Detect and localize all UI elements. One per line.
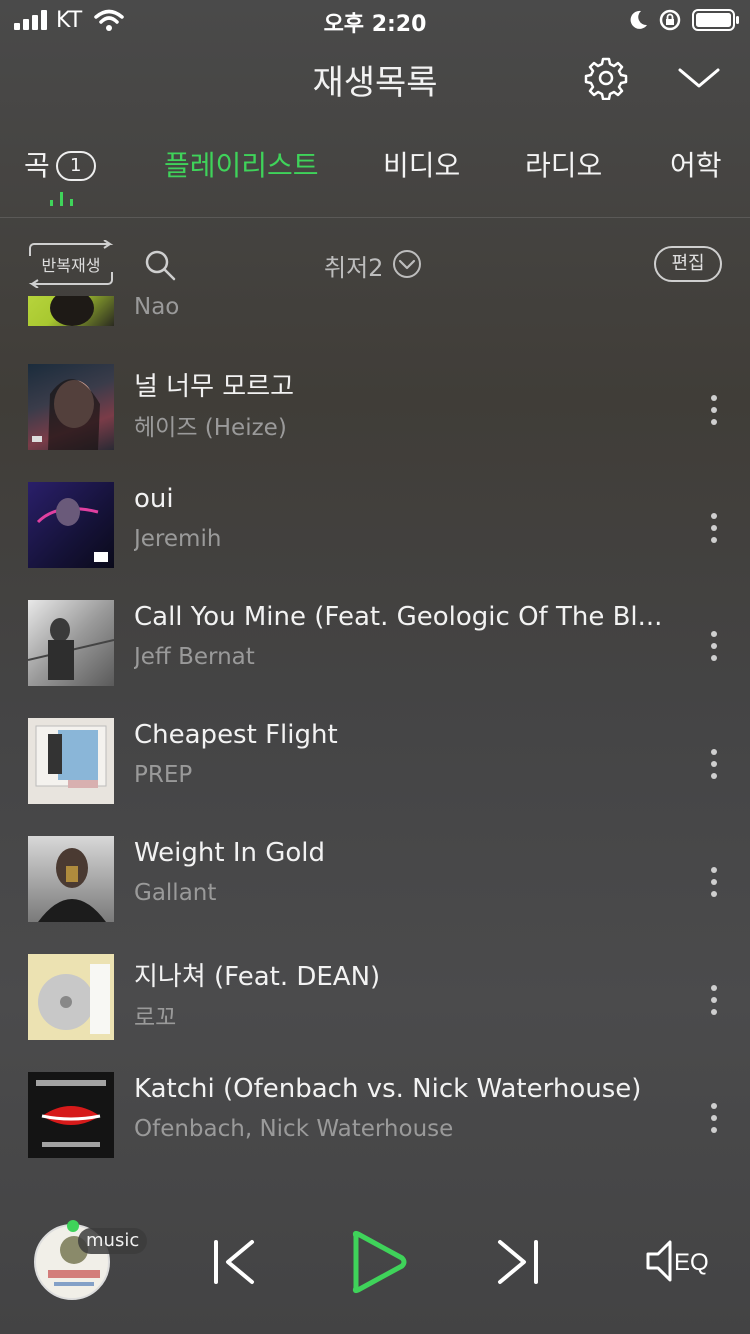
- previous-icon[interactable]: [210, 1238, 258, 1286]
- rotation-lock-icon: [659, 9, 681, 31]
- song-count-badge: 1: [55, 151, 96, 181]
- battery-icon: [692, 9, 739, 31]
- play-icon[interactable]: [348, 1230, 408, 1294]
- song-artist: 헤이즈 (Heize): [134, 415, 287, 441]
- player-bar: music EQ: [0, 1180, 750, 1334]
- eq-icon[interactable]: EQ: [644, 1236, 714, 1286]
- list-item[interactable]: 지나쳐 (Feat. DEAN) 로꼬: [0, 954, 750, 1074]
- more-icon[interactable]: [706, 748, 722, 780]
- list-item[interactable]: Cheapest Flight PREP: [0, 718, 750, 838]
- tab-language[interactable]: 어학: [670, 144, 722, 184]
- status-bar: KT 오후 2:20: [0, 0, 750, 40]
- song-artist: Jeff Bernat: [134, 644, 255, 670]
- song-artist: PREP: [134, 762, 193, 788]
- playlist-name[interactable]: 취저2: [324, 248, 383, 283]
- tab-song[interactable]: 곡1: [24, 144, 96, 184]
- album-art: [28, 836, 114, 922]
- tab-bar: 곡1 플레이리스트 비디오 라디오 어학: [0, 138, 750, 218]
- edit-button[interactable]: 편집: [654, 246, 722, 282]
- album-art: [28, 364, 114, 450]
- song-title: Cheapest Flight: [134, 720, 338, 750]
- album-art: [28, 1072, 114, 1158]
- song-artist: Gallant: [134, 880, 217, 906]
- song-title: 널 너무 모르고: [134, 372, 295, 402]
- list-item[interactable]: Nao: [0, 296, 750, 326]
- song-title: Call You Mine (Feat. Geologic Of The Bl.…: [134, 602, 663, 632]
- album-art: [28, 600, 114, 686]
- song-artist: 로꼬: [134, 1005, 177, 1031]
- chevron-down-circle-icon[interactable]: [392, 249, 422, 279]
- album-art: [28, 296, 114, 326]
- album-art: [28, 954, 114, 1040]
- list-item[interactable]: Weight In Gold Gallant: [0, 836, 750, 956]
- song-artist: Jeremih: [134, 526, 222, 552]
- song-title: oui: [134, 484, 174, 514]
- more-icon[interactable]: [706, 630, 722, 662]
- more-icon[interactable]: [706, 984, 722, 1016]
- album-art: [28, 718, 114, 804]
- moon-icon: [630, 10, 647, 29]
- more-icon[interactable]: [706, 1102, 722, 1134]
- search-icon[interactable]: [144, 249, 176, 281]
- now-playing-dot: [67, 1220, 79, 1232]
- album-art: [28, 482, 114, 568]
- song-list: Nao 널 너무 모르고 헤이즈 (Heize) oui Jeremih Cal…: [0, 296, 750, 1176]
- more-icon[interactable]: [706, 394, 722, 426]
- song-title: 지나쳐 (Feat. DEAN): [134, 962, 381, 992]
- tab-radio[interactable]: 라디오: [525, 144, 602, 184]
- list-item[interactable]: 널 너무 모르고 헤이즈 (Heize): [0, 364, 750, 484]
- list-item[interactable]: oui Jeremih: [0, 482, 750, 602]
- repeat-label[interactable]: 반복재생: [28, 252, 114, 276]
- list-item[interactable]: Call You Mine (Feat. Geologic Of The Bl.…: [0, 600, 750, 720]
- song-title: Weight In Gold: [134, 838, 326, 868]
- now-playing-icon: [50, 192, 73, 206]
- song-artist: Ofenbach, Nick Waterhouse: [134, 1116, 454, 1142]
- tab-song-label: 곡: [24, 149, 50, 182]
- chevron-down-icon[interactable]: [676, 62, 722, 94]
- more-icon[interactable]: [706, 512, 722, 544]
- song-title: Katchi (Ofenbach vs. Nick Waterhouse): [134, 1074, 642, 1104]
- music-badge: music: [78, 1228, 148, 1254]
- list-item[interactable]: Katchi (Ofenbach vs. Nick Waterhouse) Of…: [0, 1072, 750, 1176]
- song-artist: Nao: [134, 296, 180, 320]
- tab-video[interactable]: 비디오: [383, 144, 460, 184]
- next-icon[interactable]: [494, 1238, 542, 1286]
- tab-playlist[interactable]: 플레이리스트: [164, 144, 319, 184]
- page-title: 재생목록: [312, 63, 438, 103]
- more-icon[interactable]: [706, 866, 722, 898]
- gear-icon[interactable]: [584, 56, 628, 100]
- svg-text:EQ: EQ: [674, 1249, 709, 1276]
